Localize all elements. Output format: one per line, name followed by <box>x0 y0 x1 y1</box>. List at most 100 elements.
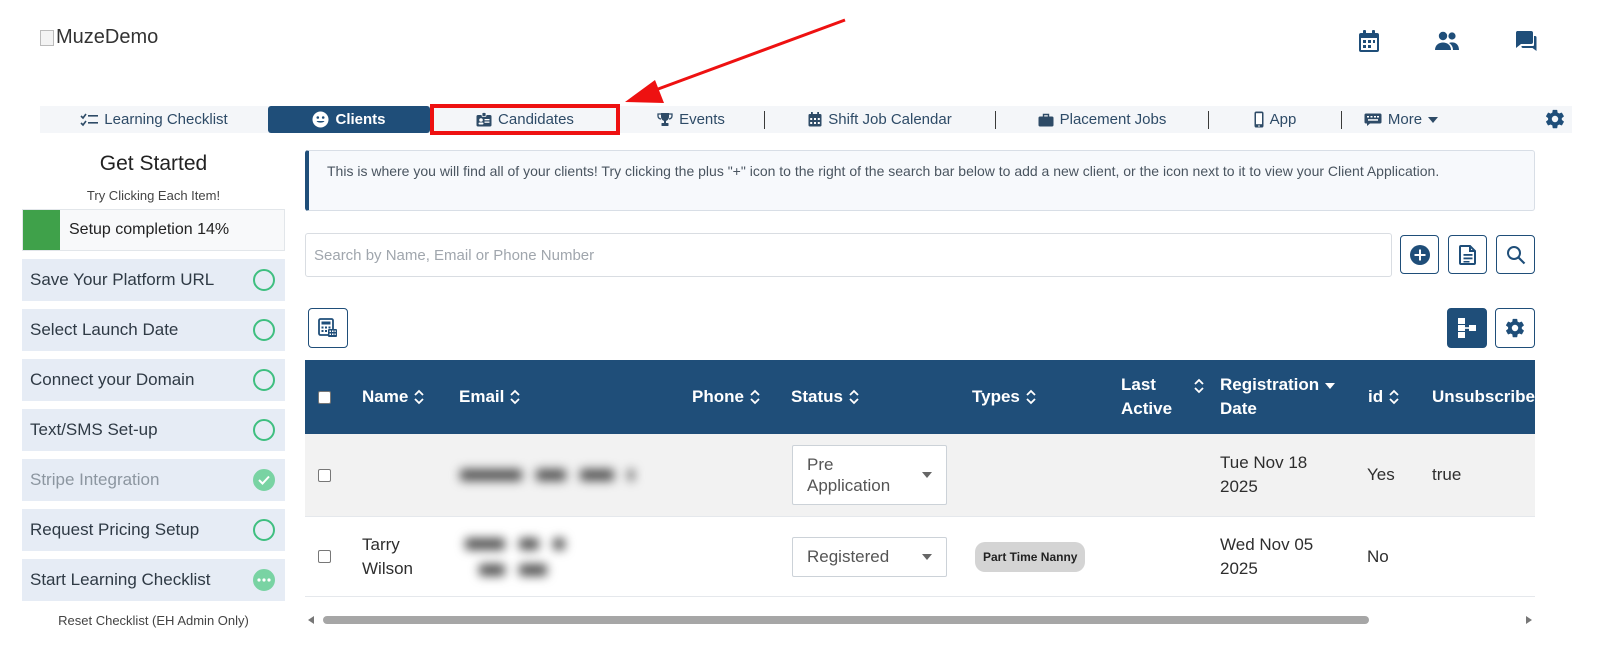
id-cell: No <box>1367 546 1389 566</box>
sort-icon <box>849 389 859 405</box>
col-header-id[interactable]: id <box>1368 360 1399 434</box>
table-settings-button[interactable] <box>1495 308 1535 348</box>
tab-learning-checklist[interactable]: Learning Checklist <box>40 106 268 133</box>
step-label: Start Learning Checklist <box>30 570 211 589</box>
sort-icon <box>1389 389 1399 405</box>
tab-app[interactable]: App <box>1209 106 1341 133</box>
logo[interactable]: MuzeDemo <box>40 26 158 49</box>
empty-circle-icon <box>253 519 275 541</box>
row-checkbox[interactable] <box>318 517 331 596</box>
checklist-step-learning[interactable]: Start Learning Checklist <box>22 559 285 601</box>
tab-label: Clients <box>335 111 386 128</box>
step-label: Stripe Integration <box>30 470 160 489</box>
keyboard-icon <box>1364 113 1382 126</box>
search-button[interactable] <box>1496 235 1535 274</box>
client-application-button[interactable] <box>1448 235 1487 274</box>
scroll-right-arrow-icon[interactable] <box>1526 616 1532 624</box>
status-cell: Pre Application <box>792 434 947 516</box>
checklist-step-stripe[interactable]: Stripe Integration <box>22 459 285 501</box>
chevron-down-icon <box>922 472 932 478</box>
tab-candidates[interactable]: Candidates <box>430 104 620 135</box>
col-header-email[interactable]: Email <box>459 360 520 434</box>
step-label: Connect your Domain <box>30 370 195 389</box>
empty-circle-icon <box>253 419 275 441</box>
checklist-step-launch-date[interactable]: Select Launch Date <box>22 309 285 351</box>
sitemap-icon <box>1458 318 1476 338</box>
sort-icon <box>1026 389 1036 405</box>
tab-shift-job-calendar[interactable]: Shift Job Calendar <box>765 106 995 133</box>
col-header-phone[interactable]: Phone <box>692 360 760 434</box>
type-badge: Part Time Nanny <box>975 541 1086 572</box>
badge-icon <box>476 112 492 127</box>
checklist-step-domain[interactable]: Connect your Domain <box>22 359 285 401</box>
reset-checklist-link[interactable]: Reset Checklist (EH Admin Only) <box>22 613 285 628</box>
tab-events[interactable]: Events <box>618 106 764 133</box>
registration-date-cell: Wed Nov 05 2025 <box>1220 534 1314 578</box>
document-icon <box>1458 244 1476 265</box>
get-started-panel: Get Started Try Clicking Each Item! Setu… <box>22 148 285 628</box>
table-row[interactable]: Tarry Wilson Registered Part Time Nanny … <box>305 517 1535 597</box>
scroll-left-arrow-icon[interactable] <box>308 616 314 624</box>
col-header-status[interactable]: Status <box>791 360 859 434</box>
tab-clients[interactable]: Clients <box>268 106 430 133</box>
checklist-step-sms[interactable]: Text/SMS Set-up <box>22 409 285 451</box>
check-circle-icon <box>253 469 275 491</box>
broken-image-icon <box>40 29 54 46</box>
tab-more-dropdown[interactable]: More <box>1342 106 1460 133</box>
main-nav: Learning Checklist Clients Candidates Ev… <box>40 104 1572 135</box>
step-label: Save Your Platform URL <box>30 270 215 289</box>
checklist-icon <box>80 113 99 126</box>
panel-title: Get Started <box>99 152 208 175</box>
calendar-icon[interactable] <box>1356 28 1382 54</box>
sort-icon <box>414 389 424 405</box>
info-banner: This is where you will find all of your … <box>305 150 1535 211</box>
tab-label: Events <box>679 111 725 128</box>
gear-icon <box>1546 109 1564 129</box>
step-label: Request Pricing Setup <box>30 520 200 539</box>
scrollbar-thumb[interactable] <box>323 616 1369 624</box>
clients-table: Name Email Phone Status Types Last Activ… <box>305 360 1535 600</box>
empty-circle-icon <box>253 319 275 341</box>
smile-icon <box>312 111 329 128</box>
chevron-down-icon <box>1428 116 1439 123</box>
status-select[interactable]: Registered <box>792 536 947 577</box>
search-input[interactable] <box>305 233 1392 277</box>
trophy-icon <box>657 113 673 126</box>
tab-label: More <box>1387 111 1423 128</box>
chat-icon[interactable] <box>1512 28 1538 54</box>
calculator-button[interactable] <box>308 308 348 348</box>
setup-progress-bar: Setup completion 14% <box>22 209 285 251</box>
checklist-step-pricing[interactable]: Request Pricing Setup <box>22 509 285 551</box>
tab-placement-jobs[interactable]: Placement Jobs <box>996 106 1208 133</box>
checklist-step-platform-url[interactable]: Save Your Platform URL <box>22 259 285 301</box>
panel-subtitle: Try Clicking Each Item! <box>86 188 221 203</box>
sort-icon <box>750 389 760 405</box>
status-select[interactable]: Pre Application <box>792 445 947 505</box>
col-header-name[interactable]: Name <box>362 360 424 434</box>
name-cell: Tarry Wilson <box>362 534 414 578</box>
row-checkbox[interactable] <box>318 434 331 516</box>
progress-fill <box>23 210 60 250</box>
plus-circle-icon <box>1409 244 1430 265</box>
select-all-checkbox[interactable] <box>318 360 331 434</box>
horizontal-scrollbar[interactable] <box>305 612 1535 628</box>
col-header-types[interactable]: Types <box>972 360 1036 434</box>
briefcase-icon <box>1038 113 1054 126</box>
col-header-last-active[interactable]: Last Active <box>1121 360 1204 434</box>
email-cell-redacted <box>465 517 565 596</box>
people-icon[interactable] <box>1434 28 1460 54</box>
tree-view-button[interactable] <box>1447 308 1487 348</box>
gear-icon <box>1506 318 1524 338</box>
table-row[interactable]: Pre Application Tue Nov 18 2025 Yes true <box>305 434 1535 517</box>
col-header-unsubscribed[interactable]: Unsubscribed <box>1432 360 1535 434</box>
sort-icon <box>510 389 520 405</box>
add-client-button[interactable] <box>1400 235 1439 274</box>
tab-label: Learning Checklist <box>104 111 228 128</box>
search-icon <box>1506 245 1525 264</box>
settings-gear-button[interactable] <box>1544 108 1566 135</box>
chevron-down-icon <box>922 553 932 560</box>
ellipsis-circle-icon <box>253 569 275 591</box>
empty-circle-icon <box>253 269 275 291</box>
col-header-registration-date[interactable]: Registration Date <box>1220 360 1336 434</box>
mobile-icon <box>1254 111 1264 128</box>
